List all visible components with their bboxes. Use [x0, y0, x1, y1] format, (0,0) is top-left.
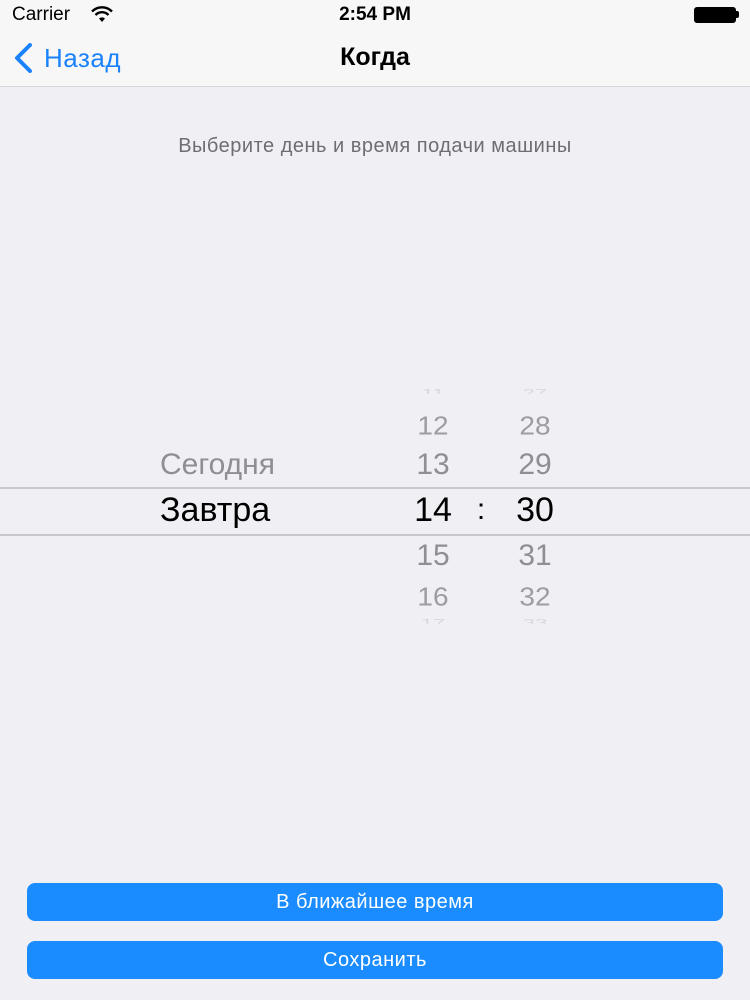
- soonest-time-button[interactable]: В ближайшее время: [27, 883, 723, 921]
- minute-option[interactable]: 28: [495, 411, 575, 440]
- picker-selection-bottom-line: [0, 534, 750, 536]
- day-option[interactable]: Сегодня: [160, 448, 360, 482]
- hour-option[interactable]: 11: [393, 388, 473, 393]
- hour-option[interactable]: 13: [393, 448, 473, 482]
- status-bar: Carrier 2:54 PM: [0, 0, 750, 30]
- battery-icon: [694, 7, 740, 23]
- minute-option[interactable]: 29: [495, 448, 575, 482]
- minute-option[interactable]: 32: [495, 582, 575, 611]
- minute-option[interactable]: 31: [495, 539, 575, 573]
- minute-option[interactable]: 27: [495, 388, 575, 393]
- hour-option[interactable]: 12: [393, 411, 473, 440]
- status-time: 2:54 PM: [339, 4, 411, 25]
- hour-option[interactable]: 17: [393, 618, 473, 623]
- day-wheel[interactable]: Сегодня Завтра: [160, 385, 360, 635]
- hour-wheel[interactable]: 11 12 13 14 15 16 17: [393, 385, 473, 635]
- picker-selection-top-line: [0, 487, 750, 489]
- hour-option[interactable]: 16: [393, 582, 473, 611]
- date-time-picker[interactable]: Сегодня Завтра 11 12 13 14 15 16 17 : 27…: [0, 385, 750, 635]
- page-title: Когда: [340, 43, 410, 71]
- save-button[interactable]: Сохранить: [27, 941, 723, 979]
- day-option-selected[interactable]: Завтра: [160, 491, 360, 530]
- instruction-text: Выберите день и время подачи машины: [178, 135, 572, 157]
- minute-option[interactable]: 33: [495, 618, 575, 623]
- minute-option-selected[interactable]: 30: [495, 491, 575, 530]
- minute-wheel[interactable]: 27 28 29 30 31 32 33: [495, 385, 575, 635]
- hour-option[interactable]: 15: [393, 539, 473, 573]
- hour-option-selected[interactable]: 14: [393, 491, 473, 530]
- navigation-bar: Назад Когда: [0, 30, 750, 87]
- time-separator: :: [476, 493, 486, 526]
